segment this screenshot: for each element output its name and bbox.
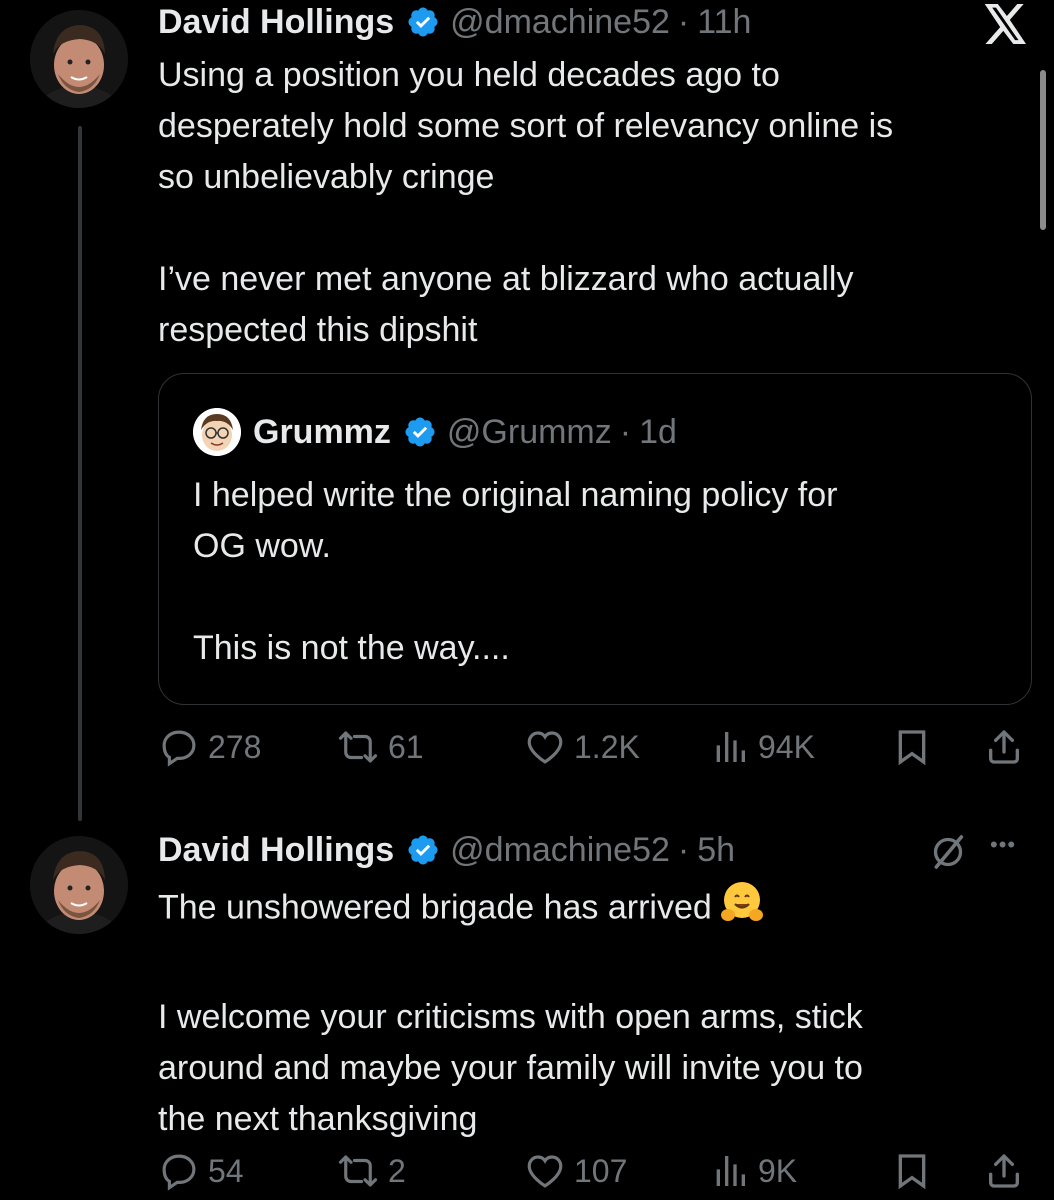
more-options-button[interactable]: ••• [990, 832, 1016, 858]
quoted-line: This is not the way.... [193, 629, 510, 667]
reply-icon [162, 730, 196, 767]
verified-badge-icon [406, 5, 440, 39]
repost-count: 2 [388, 1152, 406, 1189]
timestamp[interactable]: 11h [697, 3, 751, 42]
reply-icon [162, 1154, 196, 1191]
views-icon [716, 1156, 745, 1186]
reply-button[interactable]: 278 [158, 722, 261, 772]
separator-dot: · [677, 2, 690, 41]
share-icon [989, 730, 1019, 764]
repost-icon [338, 731, 378, 763]
tweet-line: so unbelievably cringe [158, 158, 495, 196]
tweet-line: desperately hold some sort of relevancy … [158, 107, 894, 145]
tweet-line: around and maybe your family will invite… [158, 1049, 863, 1087]
repost-button[interactable]: 61 [336, 722, 424, 772]
hugging-face-emoji-icon [718, 878, 766, 941]
repost-icon [338, 1155, 378, 1187]
author-handle[interactable]: @dmachine52 [450, 3, 670, 42]
tweet-line: The unshowered brigade has arrived [158, 878, 1028, 941]
tweet-line-text: The unshowered brigade has arrived [158, 888, 712, 927]
verified-badge-icon [403, 415, 437, 449]
views-button[interactable]: 9K [710, 1146, 797, 1196]
author-name[interactable]: David Hollings [158, 831, 394, 870]
action-bar: 278 61 1.2K 94K [158, 722, 1033, 772]
tweet-text: The unshowered brigade has arrived I wel… [158, 878, 1028, 1145]
action-bar: 54 2 107 9K [158, 1146, 1033, 1196]
reply-count: 278 [208, 728, 262, 765]
views-count: 94K [758, 728, 815, 765]
share-icon [989, 1154, 1019, 1188]
tweet-1[interactable]: David Hollings @dmachine52 · 11h Using a… [0, 0, 1054, 821]
reply-count: 54 [208, 1152, 244, 1189]
bookmark-icon [898, 1154, 926, 1190]
verified-badge-icon [406, 833, 440, 867]
avatar[interactable] [30, 836, 128, 934]
quoted-tweet[interactable]: Grummz @Grummz · 1d I helped write the o… [158, 373, 1032, 705]
quoted-timestamp: 1d [639, 412, 677, 451]
quoted-avatar [193, 408, 241, 456]
grok-icon[interactable] [928, 832, 968, 877]
tweet-text: Using a position you held decades ago to… [158, 50, 1028, 356]
bookmark-icon [898, 730, 926, 766]
heart-icon [527, 731, 563, 764]
like-button[interactable]: 1.2K [524, 722, 640, 772]
thread-line [78, 126, 82, 821]
heart-icon [527, 1155, 563, 1188]
quoted-author-handle: @Grummz [446, 412, 612, 451]
bookmark-button[interactable] [892, 1146, 940, 1196]
tweet-line: I’ve never met anyone at blizzard who ac… [158, 260, 854, 298]
views-icon [716, 732, 745, 762]
quoted-tweet-text: I helped write the original naming polic… [193, 470, 993, 674]
tweet-line: the next thanksgiving [158, 1100, 478, 1138]
tweet-line: I welcome your criticisms with open arms… [158, 998, 863, 1036]
separator-dot: · [619, 412, 632, 451]
quoted-line: I helped write the original naming polic… [193, 476, 838, 514]
views-button[interactable]: 94K [710, 722, 815, 772]
bookmark-button[interactable] [892, 722, 940, 772]
quoted-tweet-header: Grummz @Grummz · 1d [193, 408, 677, 456]
tweet-header: David Hollings @dmachine52 · 5h [158, 828, 735, 872]
tweet-header: David Hollings @dmachine52 · 11h [158, 0, 751, 44]
views-count: 9K [758, 1152, 798, 1189]
like-count: 107 [574, 1152, 628, 1189]
quoted-line: OG wow. [193, 527, 331, 565]
reply-button[interactable]: 54 [158, 1146, 244, 1196]
separator-dot: · [677, 830, 690, 869]
like-count: 1.2K [574, 728, 640, 765]
tweet-line: respected this dipshit [158, 311, 478, 349]
tweet-line: Using a position you held decades ago to [158, 56, 780, 94]
repost-button[interactable]: 2 [336, 1146, 406, 1196]
avatar[interactable] [30, 10, 128, 108]
like-button[interactable]: 107 [524, 1146, 627, 1196]
share-button[interactable] [984, 722, 1032, 772]
tweet-2[interactable]: David Hollings @dmachine52 · 5h ••• The … [0, 820, 1054, 1200]
share-button[interactable] [984, 1146, 1032, 1196]
author-handle[interactable]: @dmachine52 [450, 831, 670, 870]
repost-count: 61 [388, 728, 424, 765]
timestamp[interactable]: 5h [697, 831, 735, 870]
quoted-author-name: Grummz [253, 412, 391, 451]
author-name[interactable]: David Hollings [158, 3, 394, 42]
